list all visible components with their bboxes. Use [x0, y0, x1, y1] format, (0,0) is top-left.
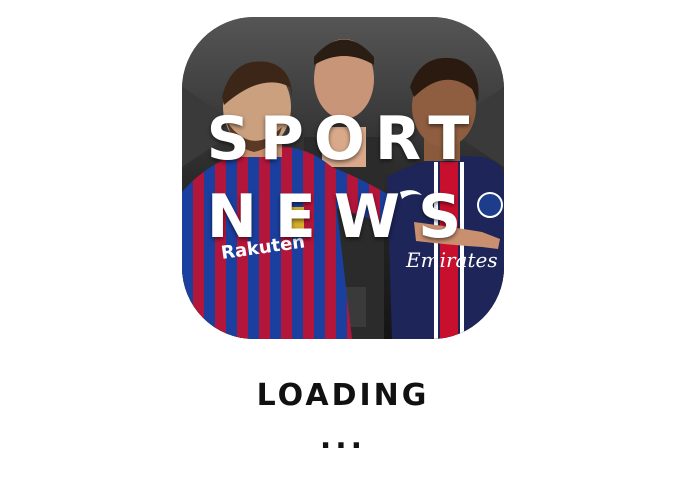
players-artwork: Rakuten Emirates: [182, 17, 504, 339]
loading-dots-indicator: ...: [319, 421, 367, 456]
loading-label: LOADING: [256, 378, 430, 413]
splash-screen: Rakuten Emirates SPORT NEWS LOADING ...: [0, 0, 686, 485]
sport-news-app-icon: Rakuten Emirates SPORT NEWS: [182, 17, 504, 339]
icon-title-line1: SPORT: [206, 104, 480, 174]
icon-title-line2: NEWS: [206, 182, 480, 252]
